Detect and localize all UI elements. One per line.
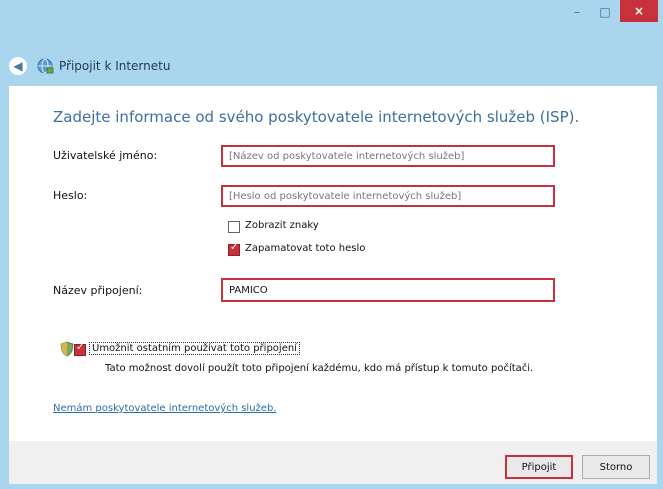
password-label: Heslo:: [53, 189, 88, 202]
username-input[interactable]: [221, 145, 555, 167]
minimize-button[interactable]: –: [563, 2, 591, 22]
back-arrow-icon: ◀: [13, 59, 23, 73]
close-button[interactable]: ×: [620, 0, 658, 22]
show-chars-checkbox[interactable]: [228, 221, 240, 233]
remember-password-label: Zapamatovat toto heslo: [245, 243, 366, 254]
remember-password-checkbox[interactable]: [228, 242, 240, 256]
dialog-window: – □ × ◀ Připojit k Internetu Zadejte inf…: [0, 0, 663, 489]
show-chars-label: Zobrazit znaky: [245, 220, 319, 231]
wizard-title: Připojit k Internetu: [59, 59, 171, 73]
no-isp-link[interactable]: Nemám poskytovatele internetových služeb…: [53, 403, 276, 414]
cancel-button[interactable]: Storno: [582, 455, 650, 479]
network-globe-icon: [37, 58, 54, 74]
button-bar: Připojit Storno: [9, 441, 657, 484]
password-input[interactable]: [221, 185, 555, 207]
page-heading: Zadejte informace od svého poskytovatele…: [53, 108, 580, 126]
allow-others-label: Umožnit ostatním používat toto připojení: [89, 342, 300, 355]
connection-name-input[interactable]: [221, 278, 555, 302]
content-panel: Zadejte informace od svého poskytovatele…: [9, 86, 657, 441]
title-bar: – □ ×: [0, 0, 663, 32]
username-label: Uživatelské jméno:: [53, 149, 158, 162]
maximize-button[interactable]: □: [591, 2, 619, 22]
allow-others-checkbox[interactable]: [74, 342, 86, 356]
uac-shield-icon: [60, 341, 74, 357]
back-button[interactable]: ◀: [9, 57, 27, 75]
connection-name-label: Název připojení:: [53, 284, 143, 297]
allow-others-description: Tato možnost dovolí použít toto připojen…: [105, 363, 534, 374]
connect-button[interactable]: Připojit: [505, 455, 573, 479]
navigation-bar: ◀ Připojit k Internetu: [0, 52, 663, 80]
